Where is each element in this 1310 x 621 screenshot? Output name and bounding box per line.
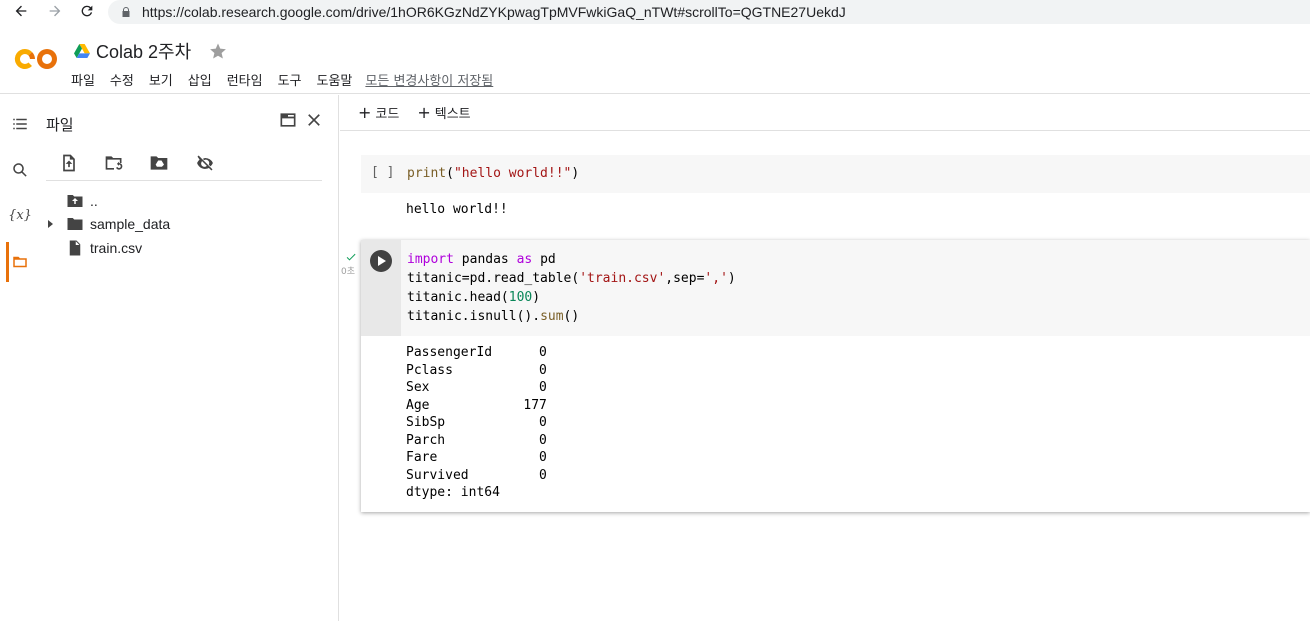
notebook-title[interactable]: Colab 2주차 [96,38,191,64]
plus-icon: + [358,103,372,122]
output-line: Sex 0 [406,380,547,395]
output-line: Pclass 0 [406,362,547,378]
close-icon [308,114,320,126]
tree-item-sample-data[interactable]: sample_data [46,213,170,235]
code-string: "hello world!!" [453,166,572,181]
cell-editor[interactable]: import pandas as pd titanic=pd.read_table… [401,240,1310,336]
refresh-button[interactable] [102,151,126,175]
code-cell-1[interactable]: [ ] print("hello world!!") [361,155,1310,193]
variables-icon: {x} [8,207,32,223]
play-icon [378,256,386,266]
address-bar[interactable]: https://colab.research.google.com/drive/… [108,0,1310,24]
mount-drive-button[interactable] [147,151,171,175]
tree-item-train-csv[interactable]: train.csv [66,237,142,259]
output-line: Parch 0 [406,432,547,448]
back-icon[interactable] [12,2,30,20]
code-line: titanic.head(100) [407,290,541,305]
run-cell-button[interactable] [370,250,392,272]
files-panel-title: 파일 [46,116,74,134]
tree-item-parent[interactable]: .. [66,190,98,212]
colab-header: Colab 2주차 파일 수정 보기 삽입 런타임 도구 도움말 모든 변경사항… [0,30,1310,94]
code-line: titanic.isnull().sum() [407,309,580,324]
menu-insert[interactable]: 삽입 [188,70,212,89]
star-icon[interactable] [209,42,227,60]
files-button[interactable] [6,248,34,276]
toggle-hidden-button[interactable] [193,151,217,175]
menu-runtime[interactable]: 런타임 [227,70,263,89]
output-line: SibSp 0 [406,415,547,430]
add-text-button[interactable]: + 텍스트 [417,103,470,122]
search-button[interactable] [6,156,34,184]
folder-up-icon [67,195,83,207]
caret-right-icon[interactable] [46,220,54,228]
drive-folder-icon [150,156,168,170]
output-line: Age 177 [406,397,547,413]
browser-bar: https://colab.research.google.com/drive/… [0,0,1310,24]
close-panel-button[interactable] [303,109,325,131]
menu-file[interactable]: 파일 [71,70,95,89]
folder-refresh-icon [105,156,123,170]
folder-icon [67,218,83,230]
file-toolbar [46,149,322,181]
google-drive-icon[interactable] [74,44,90,58]
output-line: PassengerId 0 [406,345,547,360]
search-icon [13,163,27,177]
execution-count: [ ] [371,165,395,180]
reload-icon[interactable] [78,2,96,20]
list-icon [13,118,27,130]
menu-edit[interactable]: 수정 [110,70,134,89]
cell-code[interactable]: print("hello world!!") [407,164,579,183]
add-code-button[interactable]: + 코드 [358,103,399,122]
execution-time: 0초 [341,267,356,277]
toc-button[interactable] [6,110,34,138]
cell-output: hello world!! [406,202,508,217]
menu-help[interactable]: 도움말 [317,70,353,89]
output-line: Survived 0 [406,467,547,483]
menu-bar: 파일 수정 보기 삽입 런타임 도구 도움말 모든 변경사항이 저장됨 [71,70,493,89]
output-line: Fare 0 [406,450,547,465]
file-icon [69,240,81,256]
open-in-tab-button[interactable] [277,109,299,131]
left-rail: {x} [0,95,40,621]
tree-item-label: train.csv [90,240,143,256]
title-row: Colab 2주차 [74,38,227,64]
code-line: titanic=pd.read_table('train.csv',sep=',… [407,271,736,286]
check-icon [346,253,356,261]
forward-icon[interactable] [46,2,64,20]
menu-view[interactable]: 보기 [149,70,173,89]
url-text: https://colab.research.google.com/drive/… [142,4,846,20]
cell-code[interactable]: import pandas as pd titanic=pd.read_table… [407,250,736,326]
cell-gutter [361,240,401,336]
folder-icon [13,256,27,268]
cell-output: PassengerId 0 Pclass 0 Sex 0 Age 177 SibSp 0… [406,344,547,502]
window-icon [280,113,296,127]
plus-icon: + [417,103,431,122]
lock-icon [122,7,130,17]
files-panel: 파일 .. sample_data train.csv [40,95,339,621]
menu-tools[interactable]: 도구 [278,70,302,89]
visibility-off-icon [197,155,213,171]
code-line: import pandas as pd [407,252,556,267]
variables-button[interactable]: {x} [6,201,34,229]
colab-logo-icon[interactable] [14,44,58,74]
tree-item-label: .. [90,193,98,209]
output-line: dtype: int64 [406,485,500,500]
tree-item-label: sample_data [90,216,171,232]
notebook-toolbar: + 코드 + 텍스트 [340,95,1310,131]
upload-button[interactable] [57,151,81,175]
save-status[interactable]: 모든 변경사항이 저장됨 [365,70,493,89]
code-cell-2[interactable]: import pandas as pd titanic=pd.read_table… [361,240,1310,512]
upload-file-icon [63,154,75,172]
